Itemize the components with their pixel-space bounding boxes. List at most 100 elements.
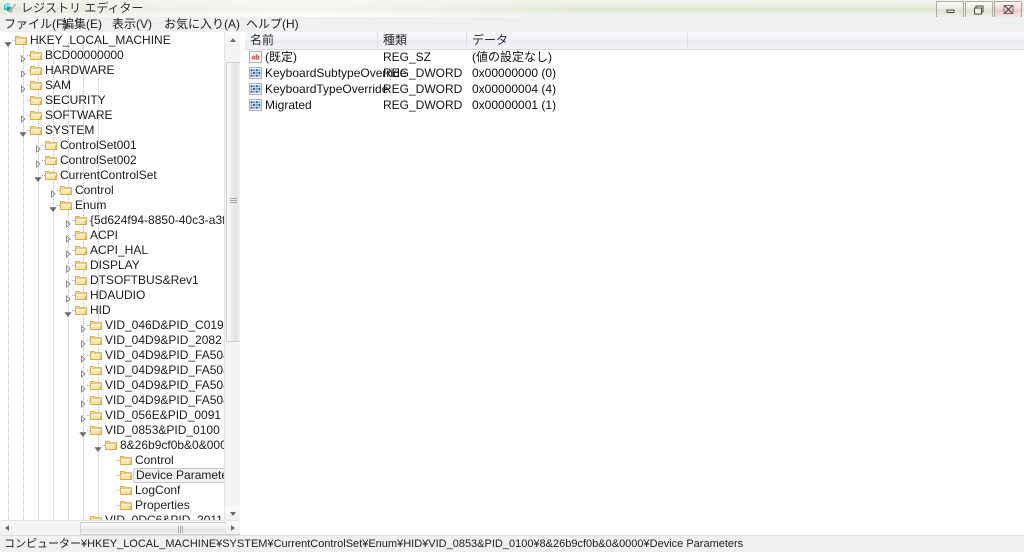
tree-expand-arrow-open-icon[interactable] xyxy=(49,202,57,212)
tree-node[interactable]: CurrentControlSet xyxy=(0,168,232,183)
tree-horizontal-scrollbar[interactable] xyxy=(0,520,240,535)
menu-item-view[interactable]: 表示(V) xyxy=(109,17,155,32)
tree-node[interactable]: Device Parameters xyxy=(0,468,240,483)
tree-expand-arrow-open-icon[interactable] xyxy=(19,127,27,137)
menu-item-edit[interactable]: 編集(E) xyxy=(59,17,105,32)
tree-expand-arrow-open-icon[interactable] xyxy=(79,427,87,437)
tree-node[interactable]: Control xyxy=(0,183,232,199)
tree-node[interactable]: HDAUDIO xyxy=(0,288,232,304)
menu-item-favorites[interactable]: お気に入り(A) xyxy=(161,17,243,32)
scroll-right-button[interactable] xyxy=(226,521,240,534)
tree-node[interactable]: VID_04D9&PID_FA50&MI_00 xyxy=(0,348,240,364)
value-type-cell: REG_SZ xyxy=(383,50,432,64)
tree-expand-arrow-open-icon[interactable] xyxy=(4,37,12,47)
tree-expand-arrow-open-icon[interactable] xyxy=(64,307,72,317)
folder-icon xyxy=(74,275,87,286)
folder-icon xyxy=(74,305,87,316)
tree-node[interactable]: SAM xyxy=(0,78,232,94)
tree-node[interactable]: VID_046D&PID_C019 xyxy=(0,318,232,334)
tree-expand-arrow-closed-icon[interactable] xyxy=(49,187,57,199)
tree-expand-arrow-closed-icon[interactable] xyxy=(19,52,27,64)
tree-node[interactable]: VID_04D9&PID_2082 xyxy=(0,333,232,349)
tree-node[interactable]: VID_04D9&PID_FA50&MI_028 xyxy=(0,378,240,394)
tree-node[interactable]: Properties xyxy=(0,498,232,513)
tree-node[interactable]: 8&26b9cf0b&0&0000 xyxy=(0,438,233,453)
registry-tree[interactable]: HKEY_LOCAL_MACHINE BCD00000000 HARDWARE SAM… xyxy=(0,33,240,529)
tree-node-label: ACPI xyxy=(90,228,119,242)
tree-expand-arrow-closed-icon[interactable] xyxy=(79,352,87,364)
horizontal-scroll-thumb[interactable] xyxy=(80,522,240,535)
tree-node[interactable]: HID xyxy=(0,303,232,318)
column-header-name[interactable]: 名前 xyxy=(245,32,378,49)
registry-tree-pane[interactable]: HKEY_LOCAL_MACHINE BCD00000000 HARDWARE SAM… xyxy=(0,32,241,535)
value-data-cell: 0x00000004 (4) xyxy=(472,82,557,96)
tree-node[interactable]: BCD00000000 xyxy=(0,48,232,64)
registry-values-pane[interactable]: 名前 種類 データ ab (既定) REG_SZ (値の設定なし) KeyboardSu… xyxy=(245,32,1024,535)
tree-node[interactable]: LogConf xyxy=(0,483,232,498)
scroll-down-button[interactable] xyxy=(225,506,240,521)
tree-node[interactable]: SYSTEM xyxy=(0,123,232,138)
close-button[interactable] xyxy=(994,1,1022,18)
column-header-data[interactable]: データ xyxy=(467,32,688,49)
tree-node-label: Properties xyxy=(135,498,190,512)
maximize-button[interactable] xyxy=(965,1,993,18)
tree-node-label: VID_04D9&PID_FA50&MI_028 xyxy=(105,393,240,407)
scroll-up-button[interactable] xyxy=(225,32,240,47)
tree-expand-arrow-closed-icon[interactable] xyxy=(64,247,72,259)
tree-node[interactable]: ACPI_HAL xyxy=(0,243,232,259)
folder-icon xyxy=(89,320,102,331)
tree-expand-arrow-closed-icon[interactable] xyxy=(79,412,87,424)
tree-node[interactable]: SOFTWARE xyxy=(0,108,232,124)
folder-icon xyxy=(74,260,87,271)
tree-node[interactable]: HARDWARE xyxy=(0,63,232,79)
folder-icon xyxy=(29,50,42,61)
tree-node[interactable]: VID_056E&PID_0091 xyxy=(0,408,232,424)
tree-expand-arrow-closed-icon[interactable] xyxy=(64,232,72,244)
tree-node[interactable]: Enum xyxy=(0,198,232,213)
tree-node[interactable]: ACPI xyxy=(0,228,232,244)
tree-expand-arrow-closed-icon[interactable] xyxy=(79,367,87,379)
tree-expand-arrow-closed-icon[interactable] xyxy=(79,322,87,334)
tree-expand-arrow-closed-icon[interactable] xyxy=(79,382,87,394)
folder-icon xyxy=(29,110,42,121)
minimize-button[interactable] xyxy=(936,1,964,18)
tree-expand-arrow-closed-icon[interactable] xyxy=(79,397,87,409)
menu-item-help[interactable]: ヘルプ(H) xyxy=(243,17,302,32)
tree-node[interactable]: ControlSet001 xyxy=(0,138,232,154)
tree-node-label: HARDWARE xyxy=(45,63,115,77)
tree-node-label: Control xyxy=(75,183,114,197)
tree-expand-arrow-closed-icon[interactable] xyxy=(64,292,72,304)
tree-node[interactable]: ControlSet002 xyxy=(0,153,232,169)
scroll-left-button[interactable] xyxy=(0,521,14,534)
tree-node[interactable]: SECURITY xyxy=(0,93,232,108)
tree-expand-arrow-closed-icon[interactable] xyxy=(64,277,72,289)
tree-node[interactable]: VID_0853&PID_0100 xyxy=(0,423,232,438)
tree-node[interactable]: HKEY_LOCAL_MACHINE xyxy=(0,33,232,48)
tree-node[interactable]: {5d624f94-8850-40c3-a3fa-a4fd2080baf3} xyxy=(0,213,240,229)
tree-expand-arrow-closed-icon[interactable] xyxy=(64,262,72,274)
tree-expand-arrow-closed-icon[interactable] xyxy=(19,82,27,94)
registry-values-list[interactable]: ab (既定) REG_SZ (値の設定なし) KeyboardSubtypeOverr… xyxy=(245,49,1024,113)
tree-expand-arrow-closed-icon[interactable] xyxy=(19,67,27,79)
tree-node-label: VID_04D9&PID_FA50&MI_00 xyxy=(105,348,240,362)
tree-node-label: SOFTWARE xyxy=(45,108,113,122)
column-header-type[interactable]: 種類 xyxy=(378,32,467,49)
tree-expand-arrow-closed-icon[interactable] xyxy=(34,142,42,154)
table-row[interactable]: KeyboardSubtypeOverride REG_DWORD 0x000000… xyxy=(245,65,1024,81)
table-row[interactable]: Migrated REG_DWORD 0x00000001 (1) xyxy=(245,97,1024,113)
tree-vertical-scrollbar[interactable] xyxy=(224,32,240,521)
tree-node[interactable]: VID_04D9&PID_FA50&MI_01 xyxy=(0,363,240,379)
tree-expand-arrow-open-icon[interactable] xyxy=(94,442,102,452)
tree-expand-arrow-closed-icon[interactable] xyxy=(79,337,87,349)
tree-expand-arrow-open-icon[interactable] xyxy=(34,172,42,182)
tree-node[interactable]: DTSOFTBUS&Rev1 xyxy=(0,273,232,289)
tree-expand-arrow-closed-icon[interactable] xyxy=(64,217,72,229)
tree-node[interactable]: DISPLAY xyxy=(0,258,232,274)
tree-node[interactable]: VID_04D9&PID_FA50&MI_028 xyxy=(0,393,240,409)
tree-expand-arrow-closed-icon[interactable] xyxy=(34,157,42,169)
tree-node[interactable]: Control xyxy=(0,453,232,468)
vertical-scroll-thumb[interactable] xyxy=(226,62,240,342)
tree-expand-arrow-closed-icon[interactable] xyxy=(19,112,27,124)
table-row[interactable]: ab (既定) REG_SZ (値の設定なし) xyxy=(245,49,1024,65)
table-row[interactable]: KeyboardTypeOverride REG_DWORD 0x00000004 … xyxy=(245,81,1024,97)
